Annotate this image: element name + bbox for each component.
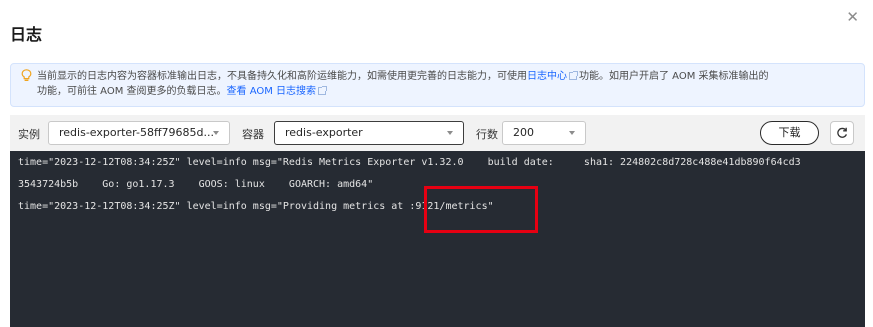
close-icon[interactable]: ✕ (846, 10, 859, 25)
chevron-down-icon (447, 131, 453, 135)
lightbulb-icon (21, 69, 32, 81)
info-notice: 当前显示的日志内容为容器标准输出日志，不具备持久化和高阶运维能力，如需使用更完善… (10, 63, 865, 107)
lines-label: 行数 (476, 128, 498, 141)
external-link-icon (318, 86, 328, 95)
lines-select-value: 200 (513, 126, 534, 139)
instance-select-value: redis-exporter-58ff79685d... (59, 126, 215, 139)
page-title: 日志 (10, 25, 43, 44)
refresh-button[interactable] (830, 121, 854, 145)
log-center-link[interactable]: 日志中心 (527, 71, 567, 82)
refresh-icon (837, 127, 848, 138)
chevron-down-icon (569, 131, 575, 135)
log-line: time="2023-12-12T08:34:25Z" level=info m… (18, 201, 494, 212)
notice-text: 当前显示的日志内容为容器标准输出日志，不具备持久化和高阶运维能力，如需使用更完善… (37, 69, 854, 99)
log-console: time="2023-12-12T08:34:25Z" level=info m… (10, 151, 865, 327)
notice-text-2: 功能。如用户开启了 AOM 采集标准输出的 (579, 71, 769, 82)
container-label: 容器 (242, 128, 264, 141)
instance-label: 实例 (18, 128, 40, 141)
chevron-down-icon (213, 131, 219, 135)
instance-select[interactable]: redis-exporter-58ff79685d... (48, 121, 230, 145)
container-select-value: redis-exporter (285, 126, 363, 139)
log-line: 3543724b5b Go: go1.17.3 GOOS: linux GOAR… (18, 179, 374, 190)
log-toolbar: 实例 redis-exporter-58ff79685d... 容器 redis… (10, 115, 865, 151)
lines-select[interactable]: 200 (502, 121, 586, 145)
download-button[interactable]: 下载 (760, 121, 819, 145)
external-link-icon (569, 71, 578, 80)
aom-log-search-link[interactable]: 查看 AOM 日志搜索 (227, 86, 317, 97)
notice-text-1: 当前显示的日志内容为容器标准输出日志，不具备持久化和高阶运维能力，如需使用更完善… (37, 71, 527, 82)
log-line: time="2023-12-12T08:34:25Z" level=info m… (18, 157, 801, 168)
notice-text-3: 功能，可前往 AOM 查阅更多的负载日志。 (37, 86, 227, 97)
container-select[interactable]: redis-exporter (274, 121, 464, 145)
